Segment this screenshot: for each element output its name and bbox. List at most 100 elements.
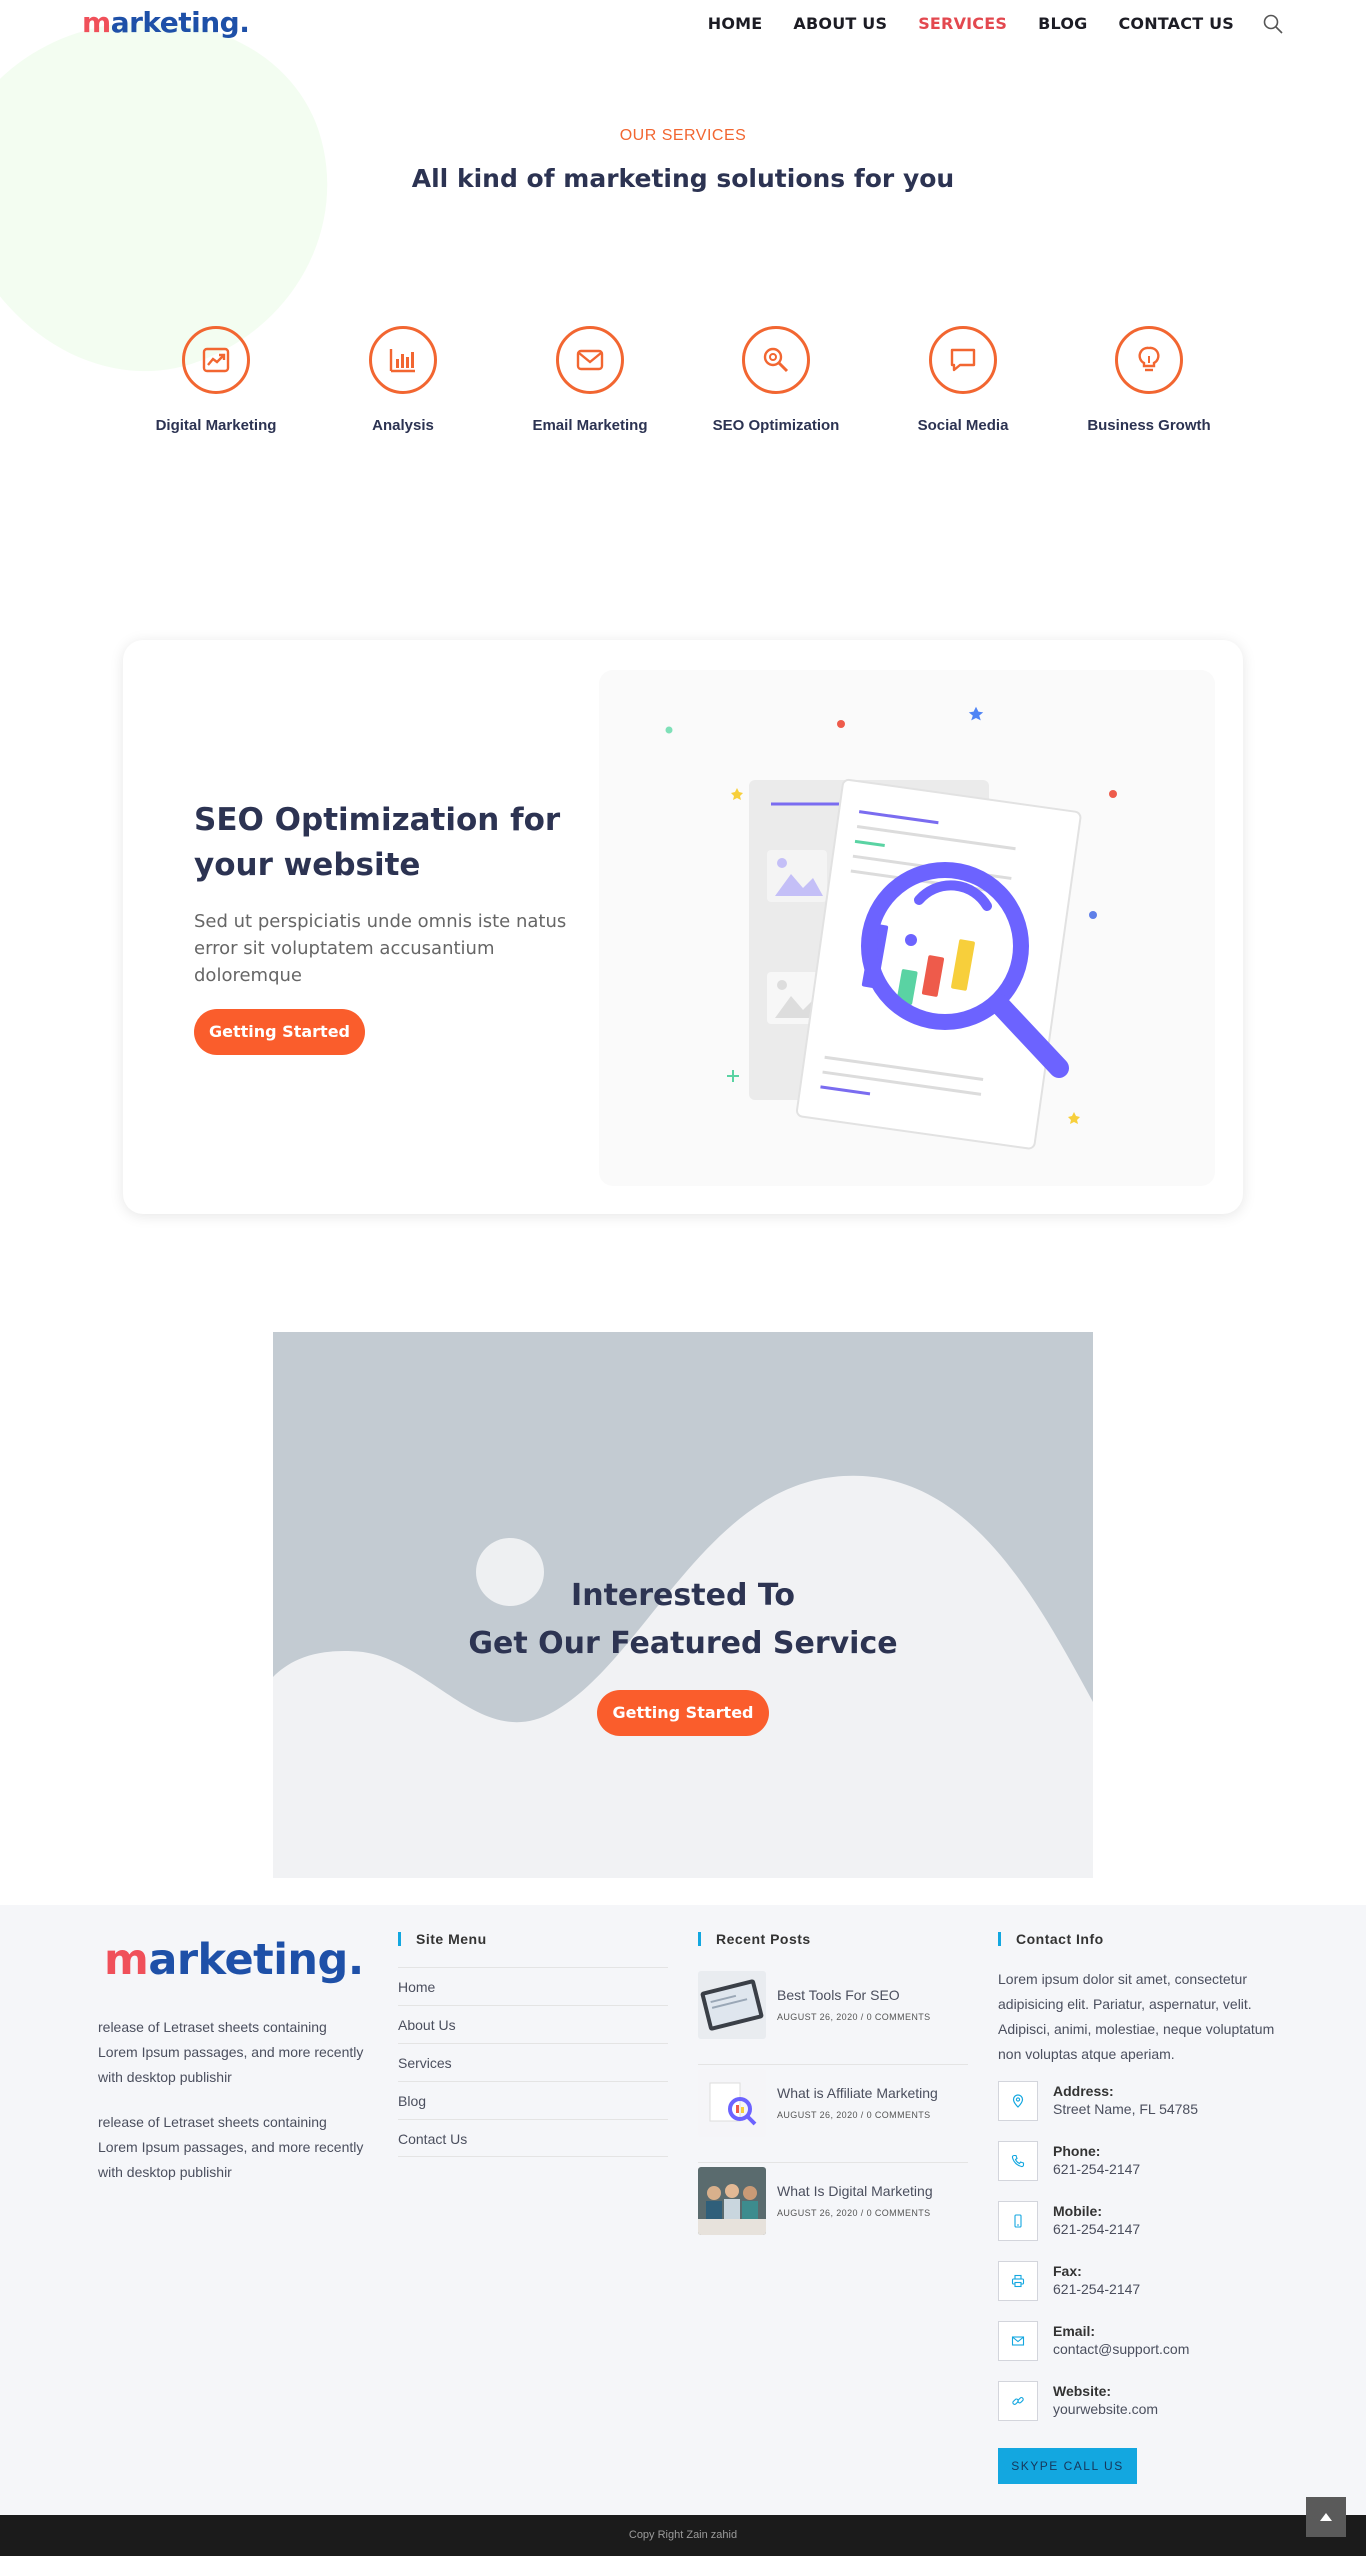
service-label: SEO Optimization bbox=[712, 417, 840, 434]
service-label: Business Growth bbox=[1087, 417, 1211, 434]
getting-started-button[interactable]: Getting Started bbox=[194, 1009, 365, 1055]
lightbulb-icon bbox=[1115, 326, 1183, 394]
contact-phone: Phone: 621-254-2147 bbox=[998, 2141, 1278, 2201]
contact-label: Website: bbox=[1053, 2383, 1112, 2399]
post-meta: AUGUST 26, 2020 / 0 COMMENTS bbox=[777, 2110, 931, 2120]
post-title[interactable]: What is Affiliate Marketing bbox=[777, 2085, 938, 2101]
logo-dot: . bbox=[239, 6, 250, 39]
logo-text: arketing bbox=[110, 6, 240, 39]
footer-about-text: release of Letraset sheets containing Lo… bbox=[98, 2114, 364, 2180]
site-footer: marketing. release of Letraset sheets co… bbox=[0, 1905, 1366, 2515]
logo-dot: . bbox=[347, 1935, 364, 1985]
nav-blog[interactable]: BLOG bbox=[1038, 14, 1087, 33]
envelope-icon bbox=[556, 326, 624, 394]
post-meta: AUGUST 26, 2020 / 0 COMMENTS bbox=[777, 2012, 931, 2022]
nav-home[interactable]: HOME bbox=[708, 14, 763, 33]
site-header: marketing. HOME ABOUT US SERVICES BLOG C… bbox=[0, 0, 1366, 48]
service-business-growth[interactable]: Business Growth bbox=[1059, 326, 1239, 434]
seo-card-text: Sed ut perspiciatis unde omnis iste natu… bbox=[194, 911, 567, 986]
link-icon bbox=[998, 2381, 1038, 2421]
post-meta: AUGUST 26, 2020 / 0 COMMENTS bbox=[777, 2208, 931, 2218]
logo-letter-m: m bbox=[82, 6, 111, 39]
search-gear-icon bbox=[742, 326, 810, 394]
recent-posts-heading: Recent Posts bbox=[698, 1932, 811, 1946]
service-label: Social Media bbox=[917, 417, 1009, 434]
contact-label: Fax: bbox=[1053, 2263, 1082, 2279]
nav-services[interactable]: SERVICES bbox=[918, 14, 1007, 33]
scroll-to-top-button[interactable] bbox=[1306, 2497, 1346, 2537]
footer-menu-contact-us[interactable]: Contact Us bbox=[398, 2119, 668, 2157]
main-nav: HOME ABOUT US SERVICES BLOG CONTACT US bbox=[677, 14, 1234, 33]
contact-intro: Lorem ipsum dolor sit amet, consectetur … bbox=[998, 1971, 1275, 2062]
footer-logo[interactable]: marketing. bbox=[104, 1935, 364, 1985]
footer-menu-services[interactable]: Services bbox=[398, 2043, 668, 2081]
contact-value: Street Name, FL 54785 bbox=[1053, 2101, 1199, 2117]
contact-label: Address: bbox=[1053, 2083, 1114, 2099]
post-title[interactable]: Best Tools For SEO bbox=[777, 1987, 900, 2003]
post-thumbnail[interactable] bbox=[698, 1971, 766, 2039]
service-digital-marketing[interactable]: Digital Marketing bbox=[126, 326, 306, 434]
contact-website: Website: yourwebsite.com bbox=[998, 2381, 1278, 2441]
footer-menu-about-us[interactable]: About Us bbox=[398, 2005, 668, 2043]
contact-value[interactable]: 621-254-2147 bbox=[1053, 2161, 1140, 2177]
skype-call-button[interactable]: SKYPE CALL US bbox=[998, 2448, 1137, 2484]
chevron-up-icon bbox=[1320, 2513, 1332, 2521]
footer-about-text: release of Letraset sheets containing Lo… bbox=[98, 2019, 364, 2085]
service-seo-optimization[interactable]: SEO Optimization bbox=[686, 326, 866, 434]
contact-value[interactable]: 621-254-2147 bbox=[1053, 2221, 1140, 2237]
services-headline: All kind of marketing solutions for you bbox=[411, 164, 955, 193]
service-label: Analysis bbox=[372, 417, 434, 434]
printer-icon bbox=[998, 2261, 1038, 2301]
contact-fax: Fax: 621-254-2147 bbox=[998, 2261, 1278, 2321]
contact-info: Lorem ipsum dolor sit amet, consectetur … bbox=[998, 1967, 1278, 2441]
cta-heading-line1: Interested To bbox=[571, 1578, 795, 1613]
service-analysis[interactable]: Analysis bbox=[313, 326, 493, 434]
site-menu-heading: Site Menu bbox=[398, 1932, 487, 1946]
cta-getting-started-button[interactable]: Getting Started bbox=[597, 1690, 769, 1736]
chat-bubble-icon bbox=[929, 326, 997, 394]
contact-value[interactable]: yourwebsite.com bbox=[1053, 2401, 1158, 2417]
services-kicker: OUR SERVICES bbox=[619, 127, 747, 144]
recent-posts-list: Best Tools For SEO AUGUST 26, 2020 / 0 C… bbox=[698, 1967, 968, 2261]
contact-address: Address: Street Name, FL 54785 bbox=[998, 2081, 1278, 2141]
site-logo[interactable]: marketing. bbox=[82, 6, 250, 39]
contact-label: Mobile: bbox=[1053, 2203, 1102, 2219]
bar-chart-icon bbox=[369, 326, 437, 394]
seo-feature-card: SEO Optimization for your website Sed ut… bbox=[123, 640, 1243, 1214]
map-pin-icon bbox=[998, 2081, 1038, 2121]
seo-illustration bbox=[599, 670, 1215, 1186]
contact-value: 621-254-2147 bbox=[1053, 2281, 1141, 2297]
footer-site-menu: Home About Us Services Blog Contact Us bbox=[398, 1967, 668, 2157]
nav-contact-us[interactable]: CONTACT US bbox=[1118, 14, 1234, 33]
service-label: Digital Marketing bbox=[155, 417, 277, 434]
service-label: Email Marketing bbox=[532, 417, 648, 434]
service-social-media[interactable]: Social Media bbox=[873, 326, 1053, 434]
cta-heading: Interested To Get Our Featured Service bbox=[273, 1572, 1093, 1668]
mail-icon bbox=[998, 2321, 1038, 2361]
recent-post-item[interactable]: What Is Digital Marketing AUGUST 26, 202… bbox=[698, 2163, 968, 2261]
contact-label: Phone: bbox=[1053, 2143, 1101, 2159]
recent-post-item[interactable]: Best Tools For SEO AUGUST 26, 2020 / 0 C… bbox=[698, 1967, 968, 2065]
contact-email: Email: contact@support.com bbox=[998, 2321, 1278, 2381]
recent-post-item[interactable]: What is Affiliate Marketing AUGUST 26, 2… bbox=[698, 2065, 968, 2163]
post-title[interactable]: What Is Digital Marketing bbox=[777, 2183, 933, 2199]
phone-icon bbox=[998, 2141, 1038, 2181]
mobile-icon bbox=[998, 2201, 1038, 2241]
logo-letter-m: m bbox=[104, 1935, 149, 1985]
contact-mobile: Mobile: 621-254-2147 bbox=[998, 2201, 1278, 2261]
footer-menu-blog[interactable]: Blog bbox=[398, 2081, 668, 2119]
featured-service-cta: Interested To Get Our Featured Service G… bbox=[273, 1332, 1093, 1878]
service-email-marketing[interactable]: Email Marketing bbox=[500, 326, 680, 434]
contact-label: Email: bbox=[1053, 2323, 1096, 2339]
post-thumbnail[interactable] bbox=[698, 2167, 766, 2235]
seo-card-title: SEO Optimization for your website bbox=[194, 802, 561, 883]
post-thumbnail[interactable] bbox=[698, 2069, 766, 2137]
footer-menu-home[interactable]: Home bbox=[398, 1967, 668, 2005]
logo-text: arketing bbox=[148, 1935, 348, 1985]
cta-heading-line2: Get Our Featured Service bbox=[468, 1626, 898, 1661]
contact-value[interactable]: contact@support.com bbox=[1053, 2341, 1189, 2357]
search-icon[interactable] bbox=[1262, 13, 1284, 35]
contact-info-heading: Contact Info bbox=[998, 1932, 1104, 1946]
nav-about-us[interactable]: ABOUT US bbox=[793, 14, 887, 33]
trending-up-icon bbox=[182, 326, 250, 394]
